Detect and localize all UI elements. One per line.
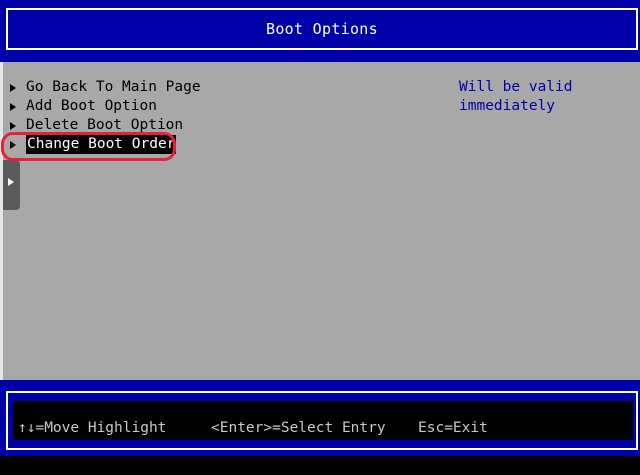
menu-item-label: Delete Boot Option: [26, 117, 184, 133]
menu-item-label-selected: Change Boot Order: [26, 135, 177, 154]
footer-bottom-strip: [0, 456, 640, 475]
key-hint-move: ↑↓=Move Highlight: [18, 420, 167, 436]
bios-screen: Boot Options Go Back To Main Page Add Bo…: [0, 0, 640, 475]
page-title: Boot Options: [266, 20, 378, 38]
menu-item-label: Go Back To Main Page: [26, 79, 201, 95]
menu-item-add-boot-option[interactable]: Add Boot Option: [10, 97, 157, 116]
menu-item-label: Add Boot Option: [26, 98, 157, 114]
triangle-right-icon: [10, 83, 16, 92]
menu-item-go-back[interactable]: Go Back To Main Page: [10, 78, 201, 97]
help-line: immediately: [459, 98, 556, 114]
side-scroll-tab[interactable]: [3, 160, 20, 210]
key-hint-select: <Enter>=Select Entry: [211, 420, 386, 436]
header-bar: Boot Options: [0, 0, 640, 62]
triangle-right-icon: [8, 178, 14, 186]
left-edge-strip: [0, 62, 3, 380]
triangle-right-icon: [10, 102, 16, 111]
help-text: Will be valid immediately: [459, 78, 629, 116]
help-line: Will be valid: [459, 79, 573, 95]
header-frame: Boot Options: [6, 8, 638, 50]
key-hint-exit: Esc=Exit: [418, 420, 488, 436]
triangle-right-icon: [10, 121, 16, 130]
menu-item-change-boot-order[interactable]: Change Boot Order: [10, 135, 177, 154]
menu-item-delete-boot-option[interactable]: Delete Boot Option: [10, 116, 183, 135]
triangle-right-icon: [10, 140, 16, 149]
key-legend: ↑↓=Move Highlight <Enter>=Select Entry E…: [18, 420, 628, 440]
